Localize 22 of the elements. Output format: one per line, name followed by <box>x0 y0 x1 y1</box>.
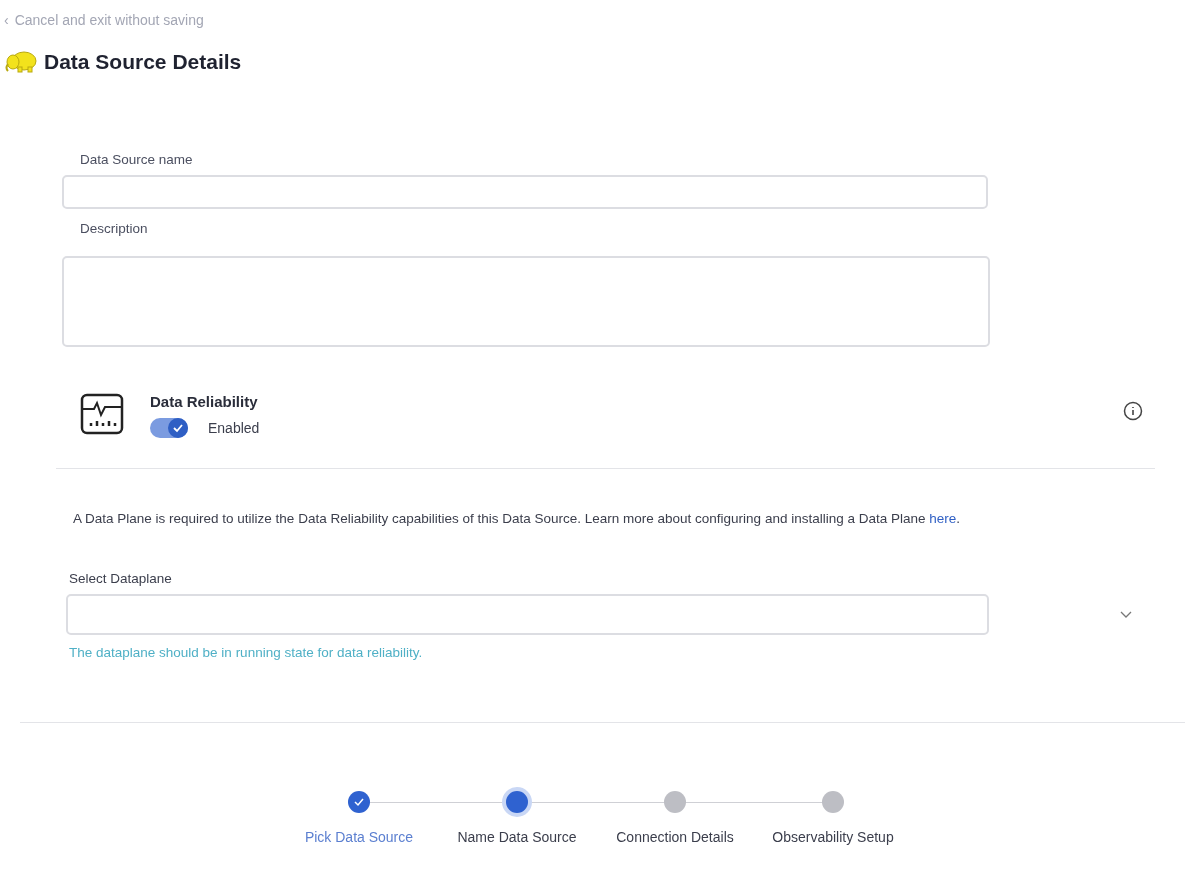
step-label[interactable]: Observability Setup <box>772 829 894 845</box>
here-link[interactable]: here <box>929 511 957 526</box>
check-icon <box>353 796 365 808</box>
monitor-pulse-icon <box>80 393 124 435</box>
step-label[interactable]: Pick Data Source <box>304 829 414 845</box>
dataplane-notice: A Data Plane is required to utilize the Data Reliability capabilities of this Data Source. Learn more about configuring and installing a Data Plane here. <box>73 511 962 526</box>
chevron-down-icon[interactable] <box>1120 610 1132 619</box>
info-icon[interactable] <box>1123 401 1143 421</box>
elephant-logo-icon <box>4 50 38 74</box>
page-title: Data Source Details <box>44 50 242 74</box>
helper-text: The dataplane should be in running state for data reliability. <box>69 645 424 660</box>
check-icon <box>172 422 184 434</box>
name-input-field[interactable] <box>62 175 988 209</box>
step-label[interactable]: Connection Details <box>616 829 734 845</box>
toggle-switch[interactable] <box>150 418 188 438</box>
step-label[interactable]: Name Data Source <box>457 829 577 845</box>
description-field[interactable] <box>62 256 990 347</box>
select-label: Select Dataplane <box>69 571 173 586</box>
section-title: Data Reliability <box>150 393 259 410</box>
field-label: Description <box>80 221 149 236</box>
toggle-label: Enabled <box>208 420 260 436</box>
field-label: Data Source name <box>80 152 194 167</box>
